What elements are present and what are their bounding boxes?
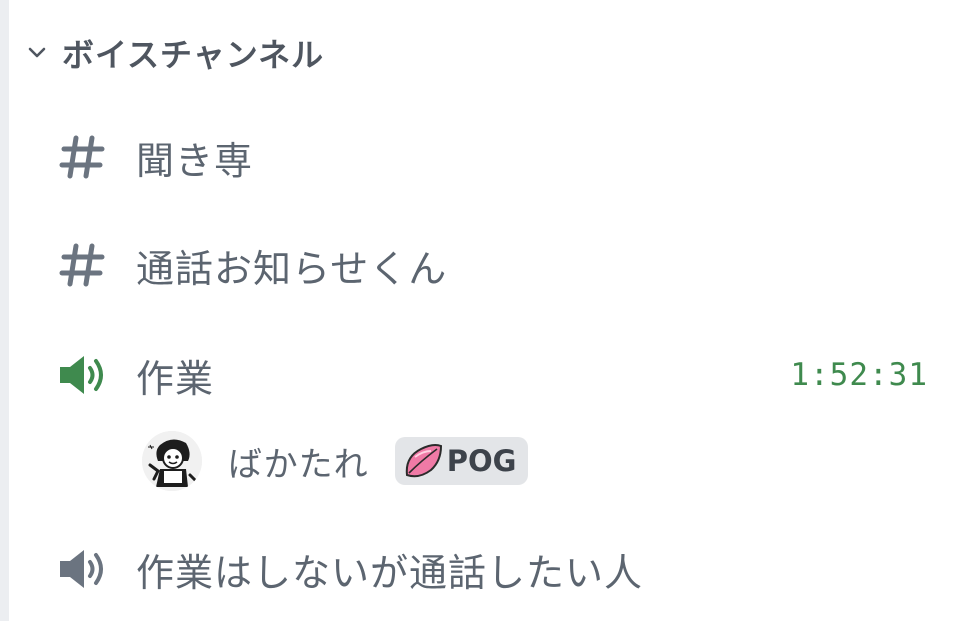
voice-timer: 1:52:31 xyxy=(790,357,928,393)
channel-name: 通話お知らせくん xyxy=(136,246,448,291)
voice-user-name: ばかたれ xyxy=(228,444,369,485)
chevron-down-icon[interactable] xyxy=(24,40,50,66)
channel-sagyou[interactable]: 作業 1:52:31 xyxy=(58,342,928,408)
channel-name: 聞き専 xyxy=(136,138,254,183)
category-voice-channels[interactable]: ボイスチャンネル xyxy=(24,30,324,76)
avatar[interactable] xyxy=(142,431,202,491)
channel-name: 作業 xyxy=(136,356,215,401)
channel-tsuwa-shitai[interactable]: 作業はしないが通話したい人 xyxy=(58,536,928,602)
speaker-icon xyxy=(58,541,114,597)
voice-user[interactable]: ばかたれ POG xyxy=(142,430,529,492)
sidebar-edge xyxy=(0,0,9,621)
channel-tsuwa-oshirase[interactable]: 通話お知らせくん xyxy=(58,232,928,298)
speaker-icon xyxy=(58,347,114,403)
status-badge: POG xyxy=(394,437,529,485)
category-title: ボイスチャンネル xyxy=(62,36,325,74)
badge-label: POG xyxy=(446,444,517,478)
channel-kikisen[interactable]: 聞き専 xyxy=(58,124,928,190)
channel-name: 作業はしないが通話したい人 xyxy=(136,550,644,595)
hash-icon xyxy=(58,129,114,185)
hash-icon xyxy=(58,237,114,293)
pink-leaf-icon xyxy=(403,443,443,479)
